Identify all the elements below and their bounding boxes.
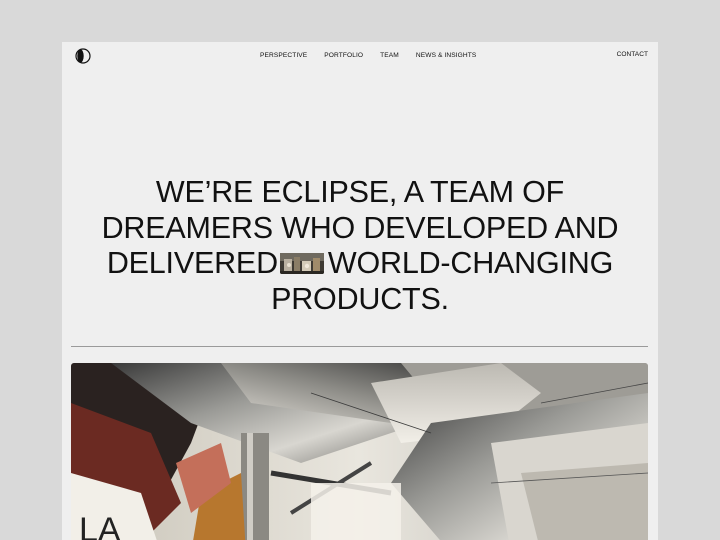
hero-line-4: PRODUCTS. — [271, 281, 449, 316]
nav-item-perspective[interactable]: PERSPECTIVE — [260, 52, 307, 59]
svg-text:LA: LA — [79, 511, 121, 540]
nav-item-team[interactable]: TEAM — [380, 52, 399, 59]
section-divider — [71, 346, 648, 347]
hero-line-1: WE’RE ECLIPSE, A TEAM OF — [155, 175, 565, 209]
nav-item-portfolio[interactable]: PORTFOLIO — [324, 52, 363, 59]
hero-line-2: DREAMERS WHO DEVELOPED AND — [101, 210, 619, 245]
main-nav: PERSPECTIVE PORTFOLIO TEAM NEWS & INSIGH… — [260, 52, 476, 59]
hero-photo-aircraft-underside: LA — [71, 363, 648, 540]
nav-item-news-insights[interactable]: NEWS & INSIGHTS — [416, 52, 476, 59]
eclipse-logo-icon[interactable] — [71, 48, 95, 64]
contact-link[interactable]: CONTACT — [617, 51, 648, 58]
page: PERSPECTIVE PORTFOLIO TEAM NEWS & INSIGH… — [62, 42, 658, 540]
hero-line-3b: WORLD-CHANGING — [327, 246, 614, 280]
inline-thumbnail-image — [279, 250, 324, 274]
hero-line-3a: DELIVERED — [106, 246, 278, 280]
hero-heading: WE’RE ECLIPSE, A TEAM OF DREAMERS WHO DE… — [62, 175, 658, 317]
